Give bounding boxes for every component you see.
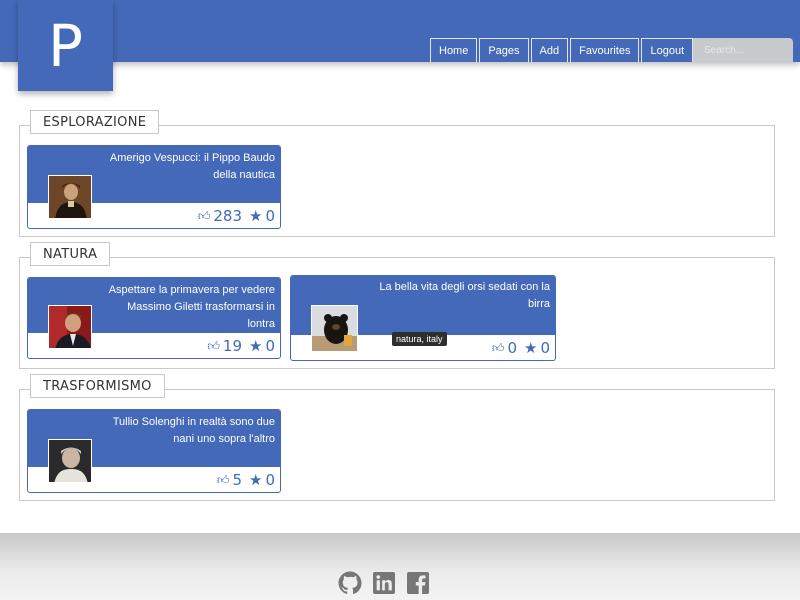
site-logo[interactable]: P (18, 0, 113, 91)
thumbs-up-icon[interactable]: 👍︎ (217, 473, 230, 488)
card-thumbnail[interactable] (48, 439, 92, 483)
card-stats: 👍︎ 19 ★ 0 (207, 337, 275, 355)
card-title[interactable]: La bella vita degli orsi sedati con la b… (379, 279, 550, 313)
card-title[interactable]: Tullio Solenghi in realtà sono due nani … (113, 414, 275, 448)
favs-count: 0 (540, 339, 550, 357)
star-icon[interactable]: ★ (249, 337, 262, 355)
section-natura: NATURA Aspettare la primavera per vedere… (19, 242, 775, 369)
nav-logout-button[interactable]: Logout (641, 38, 694, 62)
card-thumbnail[interactable] (311, 305, 358, 352)
thumbs-up-icon[interactable]: 👍︎ (207, 339, 220, 354)
section-title: ESPLORAZIONE (30, 110, 160, 134)
section-title: NATURA (30, 242, 111, 266)
section-title: TRASFORMISMO (30, 374, 165, 398)
section-trasformismo: TRASFORMISMO Tullio Solenghi in realtà s… (19, 374, 775, 501)
nav-home-button[interactable]: Home (430, 38, 478, 62)
likes-count: 5 (232, 471, 242, 489)
star-icon[interactable]: ★ (524, 339, 537, 357)
likes-count: 0 (507, 339, 517, 357)
main-nav: Home Pages Add Favourites Logout (430, 38, 695, 62)
post-card[interactable]: Tullio Solenghi in realtà sono due nani … (27, 409, 281, 493)
card-title[interactable]: Amerigo Vespucci: il Pippo Baudo della n… (110, 150, 275, 184)
thumbs-up-icon[interactable]: 👍︎ (198, 209, 211, 224)
card-stats: 👍︎ 5 ★ 0 (217, 471, 275, 489)
facebook-icon[interactable] (406, 571, 430, 595)
star-icon[interactable]: ★ (249, 471, 262, 489)
nav-pages-button[interactable]: Pages (479, 38, 529, 62)
post-card[interactable]: Aspettare la primavera per vedere Massim… (27, 277, 281, 359)
favs-count: 0 (265, 337, 275, 355)
card-thumbnail[interactable] (48, 175, 92, 219)
nav-add-button[interactable]: Add (530, 38, 569, 62)
nav-favourites-button[interactable]: Favourites (570, 38, 640, 62)
tags-tooltip: natura, italy (392, 332, 447, 346)
favs-count: 0 (265, 207, 275, 225)
thumbs-up-icon[interactable]: 👍︎ (492, 341, 505, 356)
post-card[interactable]: La bella vita degli orsi sedati con la b… (290, 275, 556, 361)
footer-social-links (338, 571, 430, 595)
likes-count: 283 (213, 207, 242, 225)
post-card[interactable]: Amerigo Vespucci: il Pippo Baudo della n… (27, 145, 281, 229)
github-icon[interactable] (338, 571, 362, 595)
card-thumbnail[interactable] (48, 305, 92, 349)
favs-count: 0 (265, 471, 275, 489)
linkedin-icon[interactable] (372, 571, 396, 595)
card-stats: 👍︎ 283 ★ 0 (198, 207, 275, 225)
likes-count: 19 (222, 337, 242, 355)
star-icon[interactable]: ★ (249, 207, 262, 225)
card-stats: 👍︎ 0 ★ 0 (492, 339, 550, 357)
card-title[interactable]: Aspettare la primavera per vedere Massim… (109, 282, 275, 333)
section-esplorazione: ESPLORAZIONE Amerigo Vespucci: il Pippo … (19, 110, 775, 237)
